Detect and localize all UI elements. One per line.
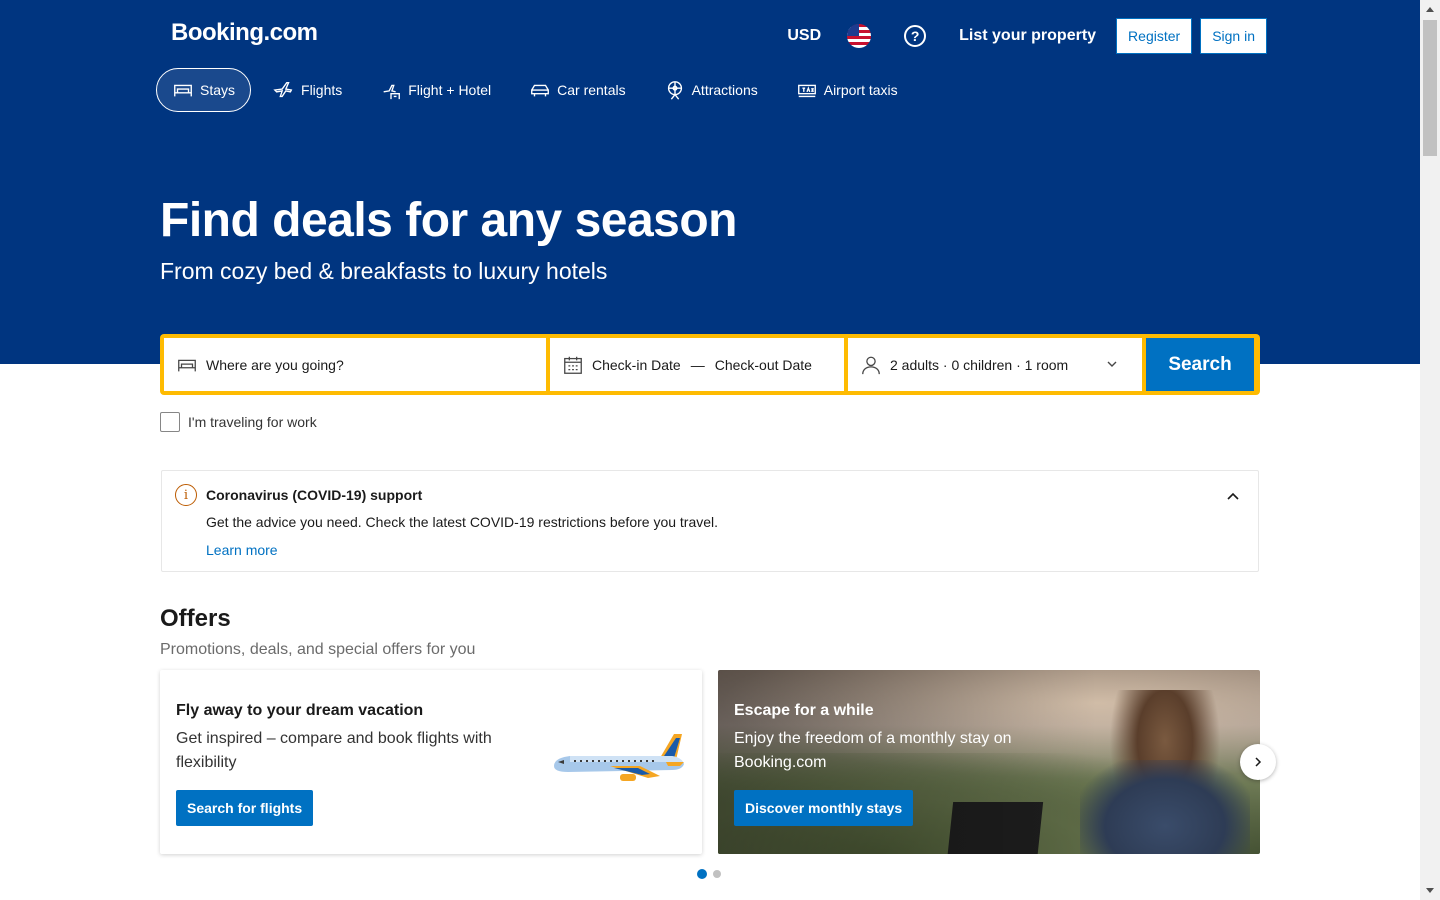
scroll-up-icon[interactable] [1426, 7, 1434, 12]
tab-label: Car rentals [557, 82, 626, 98]
chevron-up-icon[interactable] [1226, 489, 1240, 503]
airplane-illustration [554, 734, 684, 781]
tab-airport-taxis[interactable]: Airport taxis [780, 68, 914, 112]
carousel-dot-2[interactable] [713, 870, 721, 878]
person-icon [862, 356, 880, 374]
bed-icon [178, 359, 196, 371]
chevron-right-icon [1255, 757, 1262, 767]
ferris-wheel-icon [667, 81, 682, 100]
sign-in-button[interactable]: Sign in [1200, 18, 1267, 54]
car-icon [531, 84, 550, 97]
checkout-date: Check-out Date [714, 356, 812, 373]
offers-title: Offers [160, 605, 231, 632]
currency-selector[interactable]: USD [787, 27, 821, 45]
offer-card-title: Escape for a while [734, 702, 874, 719]
offer-card-text: Get inspired – compare and book flights … [176, 730, 492, 771]
product-tabs: Stays Flights Flight + Hotel Car rentals… [156, 68, 920, 112]
carousel-next-button[interactable] [1240, 744, 1276, 780]
tab-label: Attractions [691, 82, 758, 98]
destination-input[interactable]: Where are you going? [164, 338, 546, 391]
us-flag-icon[interactable] [847, 24, 872, 48]
tab-stays[interactable]: Stays [156, 68, 252, 112]
offers-subtitle: Promotions, deals, and special offers fo… [160, 641, 476, 658]
work-travel-label: I'm traveling for work [188, 414, 317, 430]
tab-attractions[interactable]: Attractions [648, 68, 774, 112]
date-picker[interactable]: Check-in Date — Check-out Date [550, 338, 844, 391]
plane-icon [273, 81, 293, 98]
destination-placeholder: Where are you going? [206, 356, 344, 373]
discover-monthly-stays-button[interactable]: Discover monthly stays [734, 790, 914, 826]
bed-icon [174, 84, 192, 97]
offer-card-text: Enjoy the freedom of a monthly stay on B… [734, 730, 1012, 771]
list-property-link[interactable]: List your property [959, 27, 1096, 45]
carousel-pagination [697, 869, 721, 879]
taxi-icon [797, 84, 816, 98]
search-button[interactable]: Search [1146, 338, 1254, 391]
chevron-down-icon [1107, 361, 1117, 367]
tab-flight-hotel[interactable]: Flight + Hotel [364, 68, 507, 112]
checkbox-box[interactable] [160, 412, 180, 432]
scrollbar-thumb[interactable] [1423, 20, 1437, 156]
date-separator: — [690, 356, 705, 373]
person-shirt-photo [1080, 760, 1250, 854]
page-scrollbar[interactable] [1420, 0, 1440, 900]
search-bar: Where are you going? Check-in Date — Che… [160, 334, 1260, 395]
tab-label: Airport taxis [823, 82, 898, 98]
flight-hotel-icon [383, 84, 401, 100]
offer-card-flights: Fly away to your dream vacation Get insp… [160, 670, 702, 854]
covid-title: Coronavirus (COVID-19) support [206, 487, 423, 503]
offer-card-title: Fly away to your dream vacation [176, 702, 424, 719]
calendar-icon [564, 356, 582, 374]
offer-card-monthly-stays: Escape for a while Enjoy the freedom of … [718, 670, 1260, 854]
tab-flights[interactable]: Flights [257, 68, 358, 112]
info-icon: i [175, 484, 197, 506]
tab-label: Flight + Hotel [408, 82, 492, 98]
tab-car-rentals[interactable]: Car rentals [513, 68, 641, 112]
guests-summary: 2 adults · 0 children · 1 room [890, 356, 1069, 373]
tab-label: Stays [200, 82, 236, 98]
learn-more-link[interactable]: Learn more [206, 542, 278, 558]
checkin-date: Check-in Date [592, 356, 681, 373]
help-icon[interactable]: ? [904, 25, 927, 47]
guests-selector[interactable]: 2 adults · 0 children · 1 room [848, 338, 1142, 391]
search-flights-button[interactable]: Search for flights [176, 790, 314, 826]
carousel-dot-1[interactable] [697, 869, 707, 879]
covid-text: Get the advice you need. Check the lates… [206, 514, 719, 530]
tab-label: Flights [301, 82, 343, 98]
booking-logo[interactable]: Booking.com [171, 19, 318, 47]
work-travel-checkbox[interactable]: I'm traveling for work [160, 412, 317, 432]
hero-banner [0, 0, 1420, 364]
scroll-down-icon[interactable] [1426, 888, 1434, 893]
register-button[interactable]: Register [1116, 18, 1193, 54]
hero-subtitle: From cozy bed & breakfasts to luxury hot… [160, 258, 608, 284]
covid-banner: i Coronavirus (COVID-19) support Get the… [161, 470, 1259, 572]
hero-title: Find deals for any season [160, 194, 738, 247]
top-nav: USD ? List your property Register Sign i… [787, 18, 1267, 54]
